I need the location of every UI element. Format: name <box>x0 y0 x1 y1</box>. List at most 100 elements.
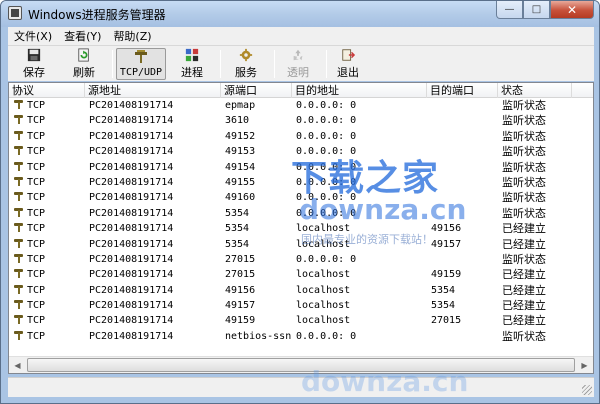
cell-dest-address: 0.0.0.0: 0 <box>296 253 357 265</box>
table-row[interactable]: TCP PC201408191714 27015 localhost 49159 已经建立 <box>9 267 593 282</box>
cell-dest-address: localhost <box>296 315 351 327</box>
menu-view[interactable]: 查看(Y) <box>58 28 107 44</box>
horizontal-scrollbar[interactable]: ◀ ▶ <box>9 356 593 373</box>
connections-table[interactable]: 协议 源地址 源端口 目的地址 目的端口 状态 TCP PC20140819171… <box>8 82 594 374</box>
cell-dest-port: 5354 <box>431 300 456 312</box>
protocol-text: TCP <box>27 100 46 111</box>
connection-icon <box>13 191 25 202</box>
transparency-label: 透明 <box>287 66 309 79</box>
table-row[interactable]: TCP PC201408191714 49156 localhost 5354 已经建立 <box>9 283 593 298</box>
protocol-text: TCP <box>27 315 46 327</box>
app-icon[interactable] <box>8 6 22 20</box>
cell-status: 监听状态 <box>502 206 546 220</box>
col-header-protocol[interactable]: 协议 <box>9 83 85 98</box>
connection-icon <box>13 330 25 340</box>
maximize-button[interactable]: □ <box>523 1 550 19</box>
table-row[interactable]: TCP PC201408191714 epmap 0.0.0.0: 0 监听状态 <box>9 98 593 113</box>
cell-status: 已经建立 <box>502 222 546 236</box>
cell-dest-port <box>427 129 498 144</box>
table-row[interactable]: TCP PC201408191714 5354 localhost 49157 已经建立 <box>9 237 593 252</box>
save-label: 保存 <box>23 66 45 79</box>
protocol-text: TCP <box>27 115 46 127</box>
menu-help[interactable]: 帮助(Z) <box>107 28 157 44</box>
cell-status: 监听状态 <box>502 329 546 343</box>
cell-status: 已经建立 <box>502 268 546 282</box>
cell-source-port: 5354 <box>225 238 250 250</box>
cell-source-port: netbios-ssn <box>225 330 292 342</box>
cell-dest-port: 49159 <box>431 269 462 281</box>
cell-source-address: PC201408191714 <box>89 330 174 342</box>
process-button[interactable]: 进程 <box>174 48 210 80</box>
cell-dest-port: 5354 <box>431 284 456 296</box>
cell-source-port: 3610 <box>225 115 250 127</box>
col-header-source-port[interactable]: 源端口 <box>221 83 292 98</box>
table-row[interactable]: TCP PC201408191714 49153 0.0.0.0: 0 监听状态 <box>9 144 593 159</box>
minimize-button[interactable]: — <box>496 1 523 19</box>
protocol-text: TCP <box>27 176 46 188</box>
col-header-source-address[interactable]: 源地址 <box>85 83 221 98</box>
transparency-icon <box>293 49 303 61</box>
cell-dest-address: localhost <box>296 269 351 281</box>
protocol-text: TCP <box>27 253 46 265</box>
title-bar[interactable]: Windows进程服务管理器 — □ ✕ <box>1 1 599 27</box>
cell-status: 监听状态 <box>502 145 546 159</box>
scroll-right-icon[interactable]: ▶ <box>576 358 593 373</box>
cell-protocol: TCP <box>9 98 85 113</box>
close-button[interactable]: ✕ <box>550 1 594 19</box>
connection-icon <box>13 145 25 156</box>
exit-button[interactable]: 退出 <box>330 48 366 80</box>
cell-source-port: 5354 <box>225 207 250 219</box>
table-row[interactable]: TCP PC201408191714 netbios-ssn 0.0.0.0: 0 监听… <box>9 329 593 344</box>
service-button[interactable]: 服务 <box>228 48 264 80</box>
tcp-udp-button[interactable]: TCP/UDP <box>116 48 166 80</box>
table-row[interactable]: TCP PC201408191714 49154 0.0.0.0: 0 监听状态 <box>9 160 593 175</box>
save-button[interactable]: 保存 <box>16 48 52 80</box>
resize-grip-icon[interactable] <box>582 385 592 395</box>
refresh-button[interactable]: 刷新 <box>66 48 102 80</box>
table-row[interactable]: TCP PC201408191714 3610 0.0.0.0: 0 监听状态 <box>9 113 593 128</box>
connection-icon <box>13 284 25 294</box>
cell-dest-port: 49157 <box>431 238 462 250</box>
connection-icon <box>13 253 25 263</box>
cell-source-port: 27015 <box>225 253 256 265</box>
connection-icon <box>13 268 25 279</box>
cell-protocol: TCP <box>9 313 85 328</box>
protocol-text: TCP <box>27 207 46 219</box>
transparency-button[interactable]: 透明 <box>280 48 316 80</box>
cell-protocol: TCP <box>9 129 85 144</box>
cell-dest-port <box>427 144 498 159</box>
table-row[interactable]: TCP PC201408191714 49155 0.0.0.0: 0 监听状态 <box>9 175 593 190</box>
exit-icon <box>342 49 356 61</box>
cell-dest-address: 0.0.0.0: 0 <box>296 146 357 158</box>
col-header-status[interactable]: 状态 <box>498 83 572 98</box>
cell-protocol: TCP <box>9 190 85 205</box>
scrollbar-thumb[interactable] <box>27 358 575 372</box>
table-row[interactable]: TCP PC201408191714 49160 0.0.0.0: 0 监听状态 <box>9 190 593 205</box>
col-header-dest-address[interactable]: 目的地址 <box>292 83 427 98</box>
cell-dest-address: 0.0.0.0: 0 <box>296 100 357 111</box>
cell-source-port: 49152 <box>225 130 256 142</box>
protocol-text: TCP <box>27 284 46 296</box>
table-row[interactable]: TCP PC201408191714 49152 0.0.0.0: 0 监听状态 <box>9 129 593 144</box>
table-row[interactable]: TCP PC201408191714 49159 localhost 27015 已经建立 <box>9 313 593 328</box>
network-icon <box>135 50 147 63</box>
cell-source-address: PC201408191714 <box>89 238 174 250</box>
cell-dest-address: 0.0.0.0: 0 <box>296 115 357 127</box>
table-row[interactable]: TCP PC201408191714 5354 0.0.0.0: 0 监听状态 <box>9 206 593 221</box>
col-header-dest-port[interactable]: 目的端口 <box>427 83 498 98</box>
cell-status: 监听状态 <box>502 252 546 266</box>
cell-source-port: 49157 <box>225 300 256 312</box>
cell-status: 监听状态 <box>502 160 546 174</box>
cell-dest-port <box>427 252 498 267</box>
table-row[interactable]: TCP PC201408191714 27015 0.0.0.0: 0 监听状态 <box>9 252 593 267</box>
cell-source-port: 5354 <box>225 223 250 235</box>
menu-file[interactable]: 文件(X) <box>8 28 58 44</box>
protocol-text: TCP <box>27 192 46 204</box>
cell-dest-port <box>427 175 498 190</box>
table-row[interactable]: TCP PC201408191714 5354 localhost 49156 已经建立 <box>9 221 593 236</box>
connection-icon <box>13 176 25 186</box>
cell-protocol: TCP <box>9 221 85 236</box>
cell-dest-port <box>427 190 498 205</box>
table-row[interactable]: TCP PC201408191714 49157 localhost 5354 已经建立 <box>9 298 593 313</box>
scroll-left-icon[interactable]: ◀ <box>9 358 26 373</box>
